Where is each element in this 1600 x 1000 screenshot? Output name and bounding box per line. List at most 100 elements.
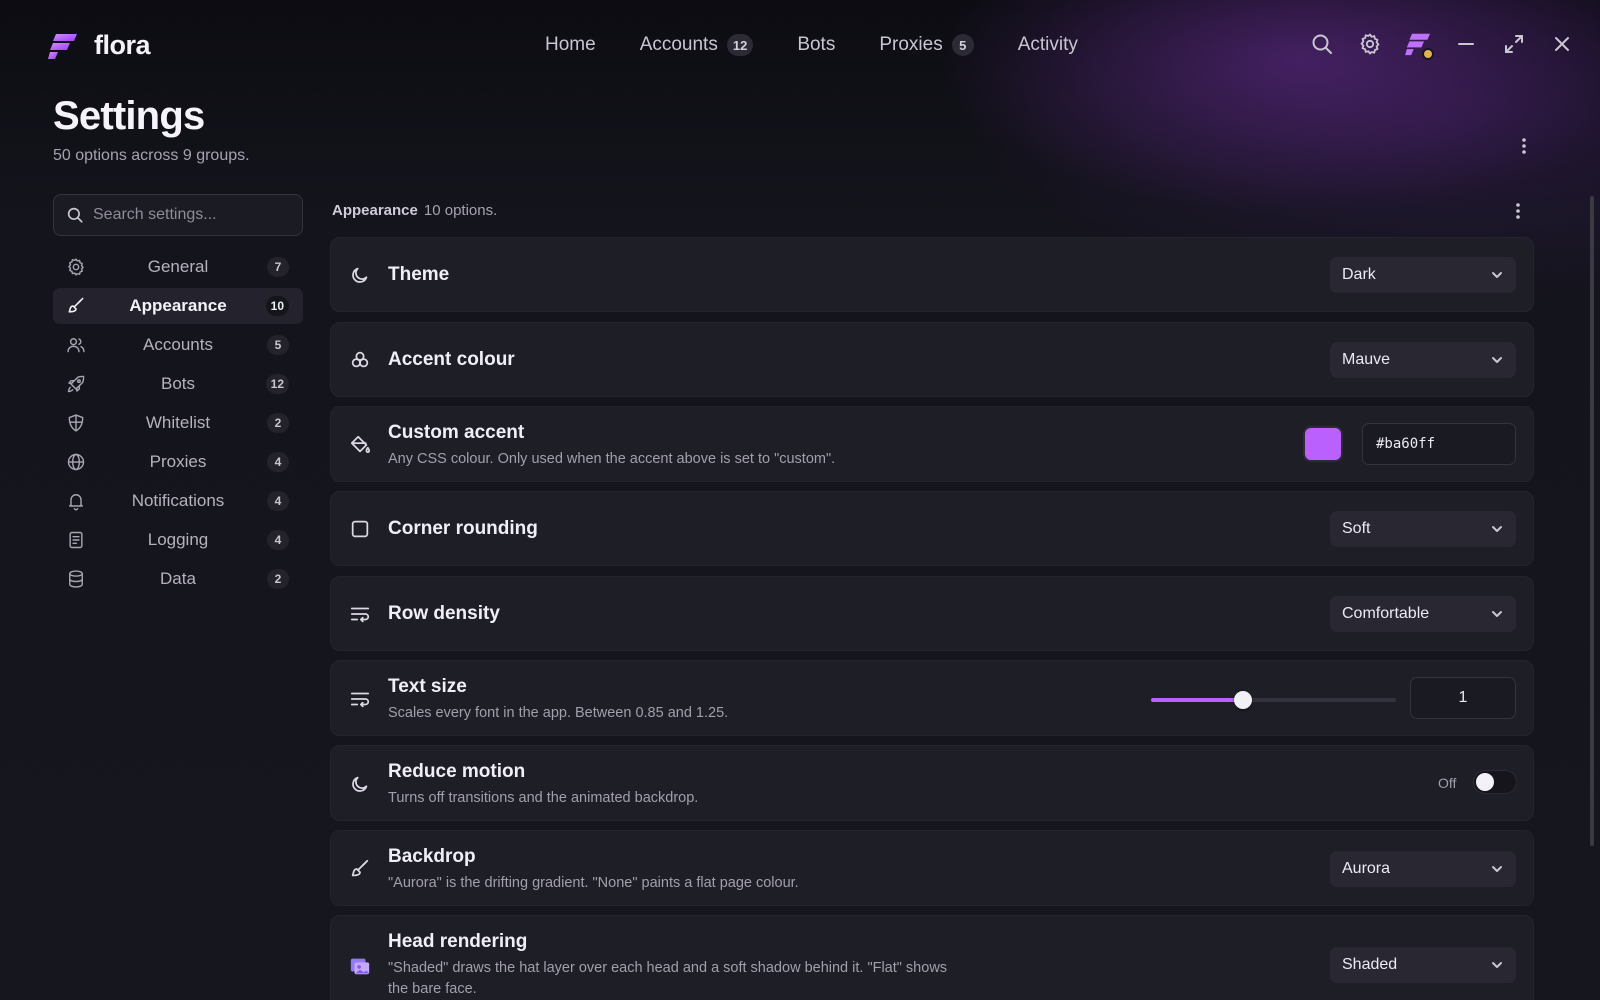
nav-label: Bots	[797, 34, 836, 55]
top-actions	[1308, 30, 1576, 60]
select-value: Mauve	[1342, 351, 1391, 368]
nav-label: Accounts	[639, 34, 718, 55]
theme-select[interactable]: Dark	[1330, 257, 1516, 293]
globe-icon	[67, 453, 85, 471]
sidebar-item-general[interactable]: General 7	[53, 249, 303, 285]
sidebar-item-label: Proxies	[149, 452, 207, 471]
scrollbar[interactable]	[1590, 196, 1594, 846]
section-more-button[interactable]	[1508, 201, 1528, 221]
gear-icon	[1360, 33, 1380, 55]
nav-label: Proxies	[879, 34, 943, 55]
sidebar-item-label: Whitelist	[145, 413, 211, 432]
nav-home[interactable]: Home	[545, 34, 596, 56]
sidebar-item-bots[interactable]: Bots 12	[53, 366, 303, 402]
nav-badge: 5	[951, 34, 974, 56]
search-icon	[67, 207, 83, 223]
profile-button[interactable]	[1404, 30, 1434, 60]
log-icon	[69, 531, 83, 549]
nav-activity[interactable]: Activity	[1018, 34, 1078, 56]
select-value: Aurora	[1342, 860, 1391, 877]
text-size-slider-thumb[interactable]	[1233, 691, 1252, 709]
toggle-knob	[1476, 773, 1494, 791]
chevron-down-icon	[1492, 272, 1502, 278]
search-input[interactable]	[93, 206, 283, 224]
setting-title: Theme	[388, 264, 450, 285]
nav-label: Activity	[1017, 34, 1078, 55]
chevron-down-icon	[1492, 866, 1502, 872]
sidebar-item-count: 4	[267, 452, 289, 472]
sidebar-item-label: General	[147, 257, 209, 276]
sidebar-item-count: 7	[267, 257, 289, 277]
square-icon	[351, 520, 369, 538]
sidebar-item-appearance[interactable]: Appearance 10	[53, 288, 303, 324]
nav-proxies[interactable]: Proxies 5	[879, 34, 974, 56]
setting-row-reduce-motion: Reduce motion Turns off transitions and …	[330, 745, 1534, 821]
corner-rounding-select[interactable]: Soft	[1330, 511, 1516, 547]
sidebar-item-count: 4	[267, 530, 289, 550]
sidebar-item-notifications[interactable]: Notifications 4	[53, 483, 303, 519]
sidebar-item-logging[interactable]: Logging 4	[53, 522, 303, 558]
sidebar-item-whitelist[interactable]: Whitelist 2	[53, 405, 303, 441]
sidebar-item-proxies[interactable]: Proxies 4	[53, 444, 303, 480]
setting-description: Any CSS colour. Only used when the accen…	[388, 451, 836, 467]
nav-bots[interactable]: Bots	[797, 34, 835, 56]
chevron-down-icon	[1492, 357, 1502, 363]
sidebar-item-count: 5	[267, 335, 289, 355]
toggle-state-label: Off	[1438, 775, 1457, 791]
setting-row-row-density: Row density Comfortable	[330, 576, 1534, 651]
select-value: Dark	[1342, 266, 1376, 283]
setting-row-theme: Theme Dark	[330, 237, 1534, 312]
setting-title: Row density	[388, 603, 500, 624]
status-dot	[1422, 48, 1434, 60]
setting-row-head-rendering: Head rendering "Shaded" draws the hat la…	[330, 915, 1534, 1000]
maximize-button[interactable]	[1500, 30, 1528, 58]
custom-accent-input[interactable]	[1362, 423, 1516, 465]
sidebar-item-data[interactable]: Data 2	[53, 561, 303, 597]
close-button[interactable]	[1548, 30, 1576, 58]
text-size-input[interactable]	[1410, 677, 1516, 719]
minimize-button[interactable]	[1452, 30, 1480, 58]
reduce-motion-toggle[interactable]	[1473, 770, 1517, 794]
backdrop-select[interactable]: Aurora	[1330, 851, 1516, 887]
accent-colour-select[interactable]: Mauve	[1330, 342, 1516, 378]
sidebar-item-count: 4	[267, 491, 289, 511]
accent-colour-swatch[interactable]	[1303, 426, 1343, 462]
setting-description: "Shaded" draws the hat layer over each h…	[388, 960, 948, 997]
sidebar-item-label: Appearance	[129, 296, 227, 315]
settings-search[interactable]	[53, 194, 303, 236]
setting-title: Accent colour	[388, 349, 515, 370]
chevron-down-icon	[1492, 526, 1502, 532]
section-count: 10 options.	[423, 202, 498, 219]
sidebar-item-label: Notifications	[131, 491, 225, 510]
database-icon	[69, 570, 83, 588]
brand[interactable]: flora	[48, 30, 151, 61]
setting-description: Scales every font in the app. Between 0.…	[388, 705, 729, 721]
page-subtitle: 50 options across 9 groups.	[53, 147, 250, 164]
setting-title: Corner rounding	[388, 518, 538, 539]
brush-icon	[68, 297, 84, 313]
select-value: Soft	[1342, 520, 1371, 537]
wrap-lines-icon	[350, 692, 370, 708]
brush-icon	[351, 859, 369, 877]
setting-description: Turns off transitions and the animated b…	[388, 790, 699, 806]
sidebar-item-accounts[interactable]: Accounts 5	[53, 327, 303, 363]
palette-icon	[351, 351, 369, 368]
head-rendering-select[interactable]: Shaded	[1330, 947, 1516, 983]
row-density-select[interactable]: Comfortable	[1330, 596, 1516, 632]
setting-row-corner-rounding: Corner rounding Soft	[330, 491, 1534, 566]
setting-row-text-size: Text size Scales every font in the app. …	[330, 660, 1534, 736]
paint-bucket-icon	[350, 435, 371, 453]
select-value: Shaded	[1342, 956, 1398, 973]
app-name: flora	[94, 30, 151, 60]
page-more-button[interactable]	[1514, 136, 1534, 156]
chevron-down-icon	[1492, 962, 1502, 968]
sidebar-item-label: Accounts	[143, 335, 213, 354]
setting-row-accent-colour: Accent colour Mauve	[330, 322, 1534, 397]
nav-accounts[interactable]: Accounts 12	[640, 34, 754, 56]
settings-button[interactable]	[1356, 30, 1384, 58]
section-name: Appearance	[332, 202, 418, 219]
setting-title: Head rendering	[388, 931, 528, 952]
setting-title: Reduce motion	[388, 761, 526, 782]
search-button[interactable]	[1308, 30, 1336, 58]
wrap-lines-icon	[350, 607, 370, 623]
